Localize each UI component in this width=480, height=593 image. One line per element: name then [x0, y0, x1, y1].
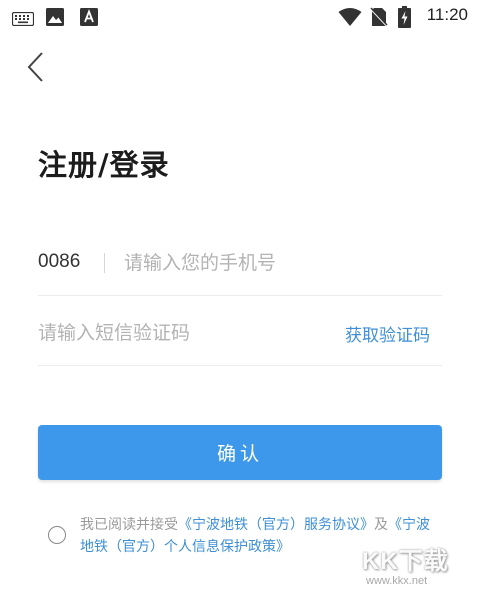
- agreement-radio[interactable]: [48, 526, 66, 544]
- sms-code-input[interactable]: [38, 316, 318, 350]
- agreement-joiner: 及: [374, 517, 388, 533]
- no-sim-icon: [370, 7, 388, 31]
- code-row: 获取验证码: [38, 306, 442, 366]
- page-title: 注册/登录: [38, 148, 170, 182]
- watermark-logo: KK下载: [362, 548, 449, 575]
- watermark: KK下载 www.kkx.net: [362, 541, 458, 593]
- country-code[interactable]: 0086: [38, 251, 80, 273]
- image-icon: [46, 8, 64, 30]
- agreement-prefix: 我已阅读并接受: [80, 517, 178, 533]
- watermark-url: www.kkx.net: [366, 575, 428, 587]
- confirm-button[interactable]: 确认: [38, 425, 442, 480]
- chevron-left-icon: [22, 52, 52, 88]
- service-agreement-link[interactable]: 《宁波地铁（官方）服务协议》: [178, 517, 374, 533]
- back-button[interactable]: [22, 50, 52, 84]
- keyboard-icon: [11, 11, 35, 30]
- divider: [104, 253, 105, 273]
- get-code-button[interactable]: 获取验证码: [345, 321, 430, 346]
- font-icon: [80, 8, 98, 30]
- status-bar: 11:20: [0, 0, 480, 34]
- battery-charging-icon: [398, 6, 411, 32]
- phone-row: 0086: [38, 236, 442, 296]
- phone-input[interactable]: [124, 246, 424, 280]
- wifi-icon: [338, 7, 362, 31]
- clock: 11:20: [426, 5, 468, 24]
